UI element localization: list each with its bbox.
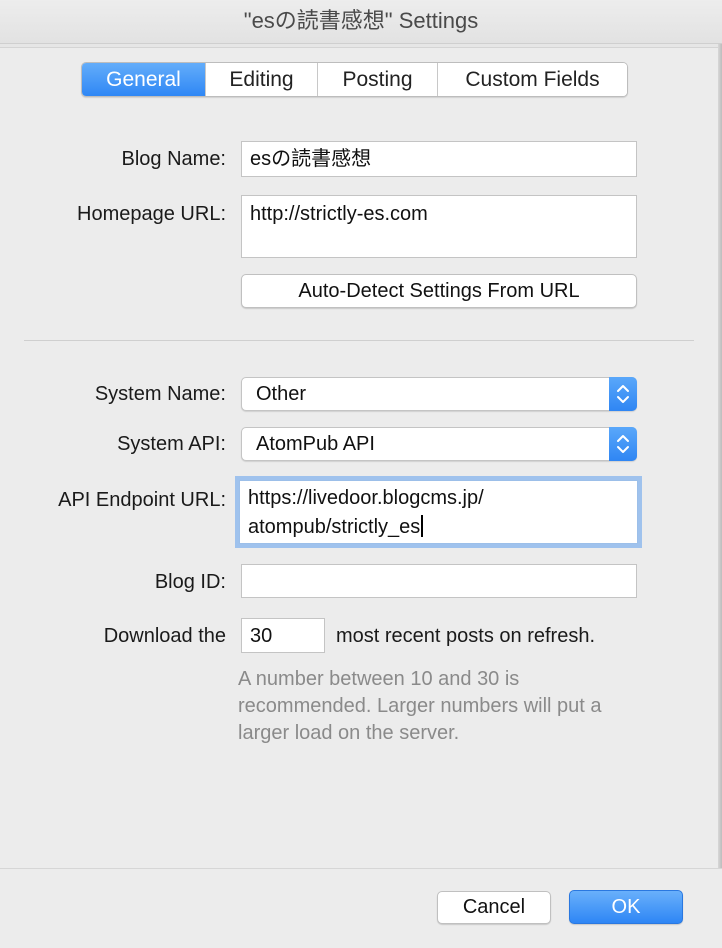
blog-id-field[interactable] [241,564,637,598]
chevron-updown-icon [617,385,629,403]
api-endpoint-line2-wrap: atompub/strictly_es [248,513,629,542]
section-divider [24,340,694,341]
system-api-select[interactable]: AtomPub API [241,427,637,461]
cancel-button[interactable]: Cancel [437,891,551,924]
api-endpoint-label: API Endpoint URL: [58,489,226,511]
api-endpoint-line1: https://livedoor.blogcms.jp/ [248,487,484,509]
system-api-value: AtomPub API [256,433,375,455]
download-count-field[interactable]: 30 [241,618,325,653]
blog-name-field[interactable]: esの読書感想 [241,141,637,177]
tab-general[interactable]: General [82,63,206,96]
download-suffix-label: most recent posts on refresh. [336,625,596,647]
system-name-stepper[interactable] [609,377,637,411]
blog-name-label: Blog Name: [121,148,227,170]
tab-custom-fields[interactable]: Custom Fields [438,63,627,96]
ok-button[interactable]: OK [569,890,683,924]
download-prefix-label: Download the [103,625,226,647]
tab-posting[interactable]: Posting [318,63,438,96]
system-name-select[interactable]: Other [241,377,637,411]
text-caret [421,515,424,537]
tab-editing[interactable]: Editing [206,63,318,96]
homepage-url-label: Homepage URL: [77,203,226,225]
blog-id-label: Blog ID: [154,571,226,593]
tab-bar: General Editing Posting Custom Fields [81,62,628,97]
auto-detect-button[interactable]: Auto-Detect Settings From URL [241,274,637,308]
footer-divider [0,868,722,869]
chevron-updown-icon [617,435,629,453]
download-hint: A number between 10 and 30 is recommende… [238,668,602,744]
window-title: "esの読書感想" Settings [0,0,722,44]
system-api-label: System API: [117,433,226,455]
system-name-value: Other [256,383,307,405]
system-name-label: System Name: [94,383,226,405]
api-endpoint-field[interactable]: https://livedoor.blogcms.jp/ atompub/str… [239,480,638,544]
api-endpoint-line2: atompub/strictly_es [248,516,421,538]
homepage-url-field[interactable]: http://strictly-es.com [241,195,637,258]
window-edge [718,44,722,868]
system-api-stepper[interactable] [609,427,637,461]
